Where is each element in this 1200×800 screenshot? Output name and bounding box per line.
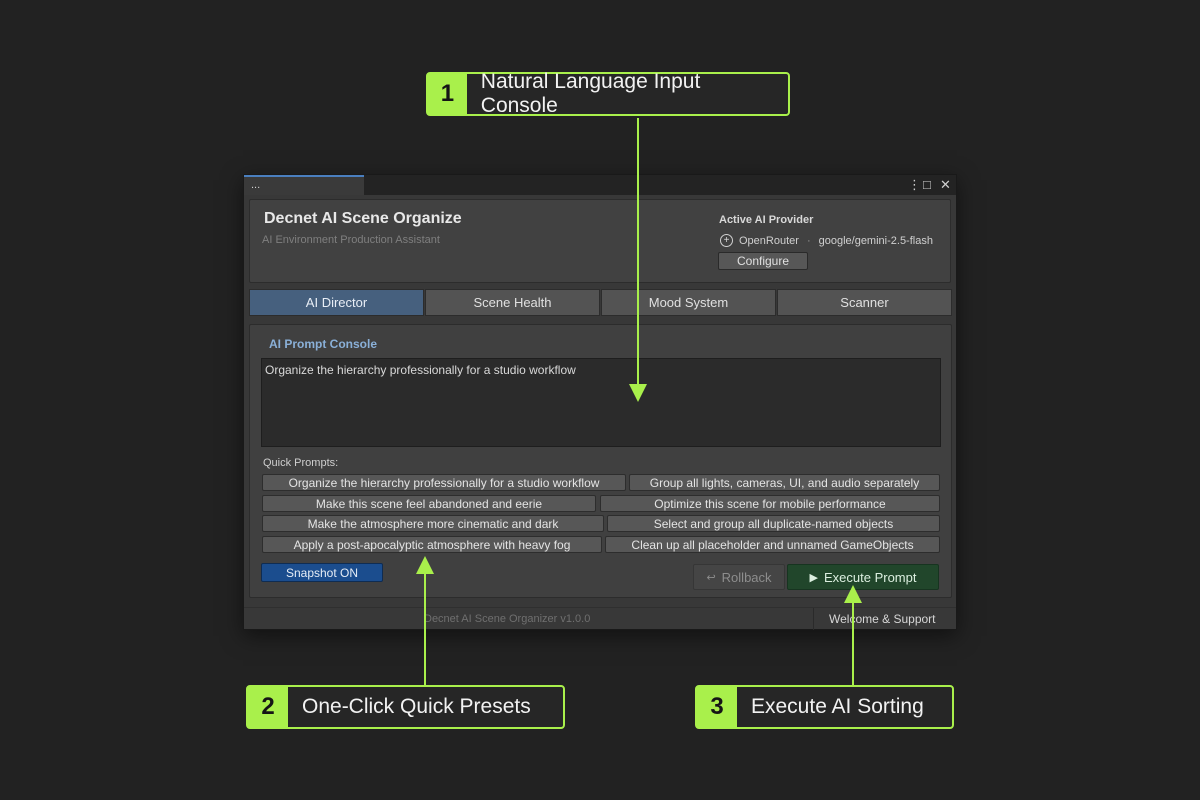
provider-name: OpenRouter [739, 234, 799, 247]
app-subtitle: AI Environment Production Assistant [262, 234, 440, 246]
callout-3-label: Execute AI Sorting [751, 695, 924, 718]
provider-separator: · [806, 234, 811, 247]
footer-divider [813, 608, 814, 630]
quick-prompts-label: Quick Prompts: [263, 457, 339, 469]
tab-scanner[interactable]: Scanner [777, 289, 952, 316]
quick-prompt-button[interactable]: Organize the hierarchy professionally fo… [262, 474, 626, 491]
snapshot-toggle[interactable]: Snapshot ON [261, 563, 383, 582]
callout-1: 1 Natural Language Input Console [426, 70, 790, 117]
rollback-label: Rollback [721, 569, 772, 585]
prompt-input[interactable]: Organize the hierarchy professionally fo… [261, 358, 941, 447]
execute-prompt-button[interactable]: ▶ Execute Prompt [787, 564, 939, 590]
callout-3-number: 3 [697, 687, 737, 727]
quick-prompt-button[interactable]: Apply a post-apocalyptic atmosphere with… [262, 536, 602, 553]
provider-heading: Active AI Provider [719, 214, 814, 226]
close-icon[interactable]: ✕ [940, 177, 951, 193]
window-titlebar: ... ⋮ □ ✕ [244, 175, 956, 195]
console-title: AI Prompt Console [269, 337, 378, 351]
ai-director-panel: AI Prompt Console Organize the hierarchy… [249, 324, 952, 598]
plus-circle-icon: + [720, 234, 733, 247]
undo-icon: ↩ [706, 571, 716, 584]
main-tabs: AI Director Scene Health Mood System Sca… [249, 289, 952, 316]
quick-prompt-button[interactable]: Group all lights, cameras, UI, and audio… [629, 474, 940, 491]
tab-scene-health[interactable]: Scene Health [425, 289, 600, 316]
configure-button[interactable]: Configure [718, 252, 808, 270]
callout-1-label: Natural Language Input Console [480, 70, 701, 117]
tab-mood-system[interactable]: Mood System [601, 289, 776, 316]
rollback-button[interactable]: ↩ Rollback [693, 564, 785, 590]
callout-1-number: 1 [428, 74, 467, 114]
quick-prompt-button[interactable]: Make this scene feel abandoned and eerie [262, 495, 596, 512]
app-header: Decnet AI Scene Organize AI Environment … [249, 199, 951, 283]
provider-model: google/gemini-2.5-flash [818, 234, 933, 247]
callout-2-label: One-Click Quick Presets [302, 695, 531, 718]
tab-ai-director[interactable]: AI Director [249, 289, 424, 316]
play-icon: ▶ [809, 571, 818, 584]
callout-2: 2 One-Click Quick Presets [246, 685, 565, 729]
callout-3: 3 Execute AI Sorting [695, 685, 954, 729]
maximize-icon[interactable]: □ [923, 177, 931, 193]
execute-label: Execute Prompt [823, 569, 917, 585]
quick-prompt-button[interactable]: Optimize this scene for mobile performan… [600, 495, 940, 512]
window-footer: Decnet AI Scene Organizer v1.0.0 Welcome… [244, 607, 956, 630]
quick-prompt-button[interactable]: Select and group all duplicate-named obj… [607, 515, 940, 532]
quick-prompt-button[interactable]: Clean up all placeholder and unnamed Gam… [605, 536, 940, 553]
editor-window: ... ⋮ □ ✕ Decnet AI Scene Organize AI En… [243, 174, 957, 630]
welcome-support-link[interactable]: Welcome & Support [829, 612, 936, 626]
app-title: Decnet AI Scene Organize [264, 210, 462, 227]
quick-prompt-button[interactable]: Make the atmosphere more cinematic and d… [262, 515, 604, 532]
kebab-menu-icon[interactable]: ⋮ [908, 177, 921, 193]
window-tab[interactable]: ... [244, 175, 364, 195]
callout-2-number: 2 [248, 687, 288, 727]
provider-info: + OpenRouter · google/gemini-2.5-flash [720, 234, 933, 247]
version-text: Decnet AI Scene Organizer v1.0.0 [424, 613, 591, 625]
